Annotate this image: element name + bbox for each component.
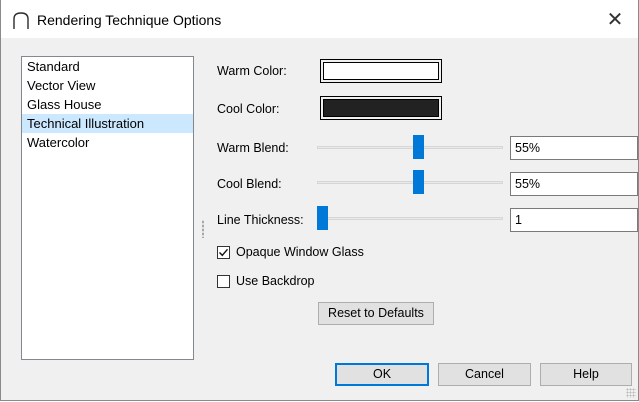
cool-blend-field[interactable]: 55% <box>510 172 638 196</box>
cancel-button[interactable]: Cancel <box>438 363 531 386</box>
use-backdrop-checkbox[interactable] <box>217 274 230 288</box>
resize-grip[interactable] <box>626 388 636 398</box>
warm-color-button[interactable] <box>320 59 442 83</box>
technique-list[interactable]: Standard Vector View Glass House Technic… <box>21 56 194 360</box>
list-item-watercolor[interactable]: Watercolor <box>22 133 193 152</box>
cool-color-swatch <box>323 99 439 117</box>
reset-to-defaults-button[interactable]: Reset to Defaults <box>318 302 434 325</box>
warm-color-swatch <box>323 62 439 80</box>
opaque-window-glass-label: Opaque Window Glass <box>236 245 364 259</box>
arch-icon <box>11 10 31 30</box>
line-thickness-label: Line Thickness: <box>217 213 304 227</box>
cool-blend-label: Cool Blend: <box>217 177 282 191</box>
checkmark-icon <box>219 248 229 256</box>
warm-blend-slider[interactable] <box>317 135 503 159</box>
slider-track <box>317 146 503 149</box>
slider-track <box>317 217 503 220</box>
list-item-standard[interactable]: Standard <box>22 57 193 76</box>
slider-thumb[interactable] <box>413 135 425 159</box>
slider-thumb[interactable] <box>413 170 425 194</box>
splitter-handle[interactable] <box>202 220 204 238</box>
use-backdrop-option[interactable]: Use Backdrop <box>217 274 315 288</box>
warm-blend-field[interactable]: 55% <box>510 136 638 160</box>
line-thickness-slider[interactable] <box>317 206 503 230</box>
warm-blend-label: Warm Blend: <box>217 141 289 155</box>
close-button[interactable]: ✕ <box>592 0 638 38</box>
rendering-technique-options-dialog: Rendering Technique Options ✕ Standard V… <box>0 0 639 401</box>
use-backdrop-label: Use Backdrop <box>236 274 315 288</box>
warm-color-label: Warm Color: <box>217 64 287 78</box>
ok-button[interactable]: OK <box>335 363 429 386</box>
cool-blend-slider[interactable] <box>317 170 503 194</box>
list-item-glass-house[interactable]: Glass House <box>22 95 193 114</box>
slider-thumb[interactable] <box>317 206 328 230</box>
cool-color-button[interactable] <box>320 96 442 120</box>
list-item-vector-view[interactable]: Vector View <box>22 76 193 95</box>
opaque-window-glass-option[interactable]: Opaque Window Glass <box>217 245 364 259</box>
window-title: Rendering Technique Options <box>37 12 222 28</box>
line-thickness-field[interactable]: 1 <box>510 208 638 232</box>
opaque-window-glass-checkbox[interactable] <box>217 245 230 259</box>
help-button[interactable]: Help <box>540 363 632 386</box>
close-icon: ✕ <box>606 8 624 31</box>
cool-color-label: Cool Color: <box>217 102 280 116</box>
dialog-content: Standard Vector View Glass House Technic… <box>1 38 638 400</box>
title-bar[interactable]: Rendering Technique Options ✕ <box>1 0 638 38</box>
slider-track <box>317 181 503 184</box>
list-item-technical-illustration[interactable]: Technical Illustration <box>22 114 193 133</box>
